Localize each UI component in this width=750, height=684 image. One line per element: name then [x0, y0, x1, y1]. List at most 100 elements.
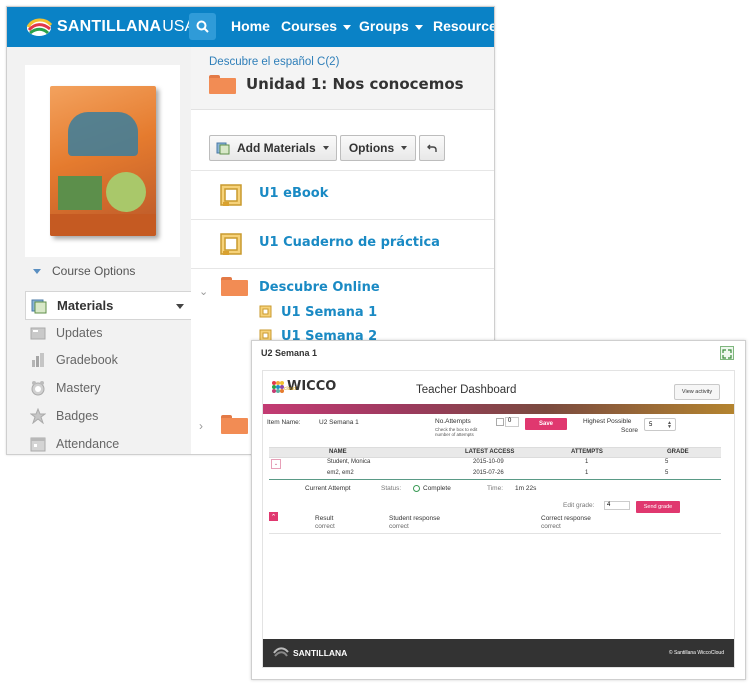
wicco-logo: WICCO [271, 379, 336, 394]
collapse-button[interactable]: ⌃ [269, 512, 278, 521]
result-header: Result [315, 515, 334, 522]
footer-brand: SANTILLANA [293, 648, 348, 658]
sidebar-item-materials[interactable]: Materials [25, 291, 192, 320]
latest-access: 2015-10-09 [473, 459, 504, 465]
no-attempts-hint: number of attempts [435, 432, 474, 437]
result-header: Correct response [541, 515, 591, 522]
item-name-value: U2 Semana 1 [319, 419, 359, 426]
send-grade-button[interactable]: Send grade [636, 501, 680, 513]
attempts-input[interactable]: 0 [505, 417, 519, 427]
nav-resources[interactable]: Resources [433, 18, 494, 34]
breadcrumb[interactable]: Descubre el español C(2) [209, 56, 339, 68]
status-label: Status: [381, 485, 402, 492]
sidebar-item-gradebook[interactable]: Gradebook [25, 347, 191, 373]
nav-courses[interactable]: Courses [281, 18, 352, 34]
highest-score-select[interactable]: 5 ▲ ▼ [644, 418, 676, 431]
sidebar-item-label: Badges [56, 409, 99, 423]
chevron-down-icon [322, 146, 329, 150]
folder-icon [209, 75, 236, 94]
sidebar-item-label: Mastery [56, 381, 101, 395]
attempts: 1 [585, 459, 589, 465]
backpack-illustration [67, 112, 138, 156]
ebook-package-icon [220, 184, 242, 206]
chevron-down-icon [401, 146, 408, 150]
edit-attempts-checkbox[interactable] [496, 418, 504, 426]
footer-copyright: © Santillana WiccoCloud [668, 650, 724, 656]
chevron-right-icon[interactable]: › [199, 419, 203, 433]
search-button[interactable] [189, 13, 216, 40]
back-button[interactable] [419, 135, 445, 161]
result-value: correct [315, 523, 335, 530]
sidebar-item-attendance[interactable]: Attendance [25, 431, 191, 454]
options-label: Options [348, 141, 395, 155]
add-materials-icon [216, 142, 230, 155]
time-value: 1m 22s [515, 485, 537, 492]
brand-name: SANTILLANA [57, 18, 162, 35]
no-attempts-label: No.Attempts [435, 418, 471, 425]
table-row[interactable]: Student, Monica 2015-10-09 1 5 [269, 458, 721, 468]
highest-score-label: Highest Possible [583, 418, 632, 425]
nav-groups[interactable]: Groups [359, 18, 423, 34]
student-name: Student, Monica [327, 459, 371, 465]
folder-link[interactable]: Descubre Online [259, 280, 380, 295]
sidebar-item-label: Updates [56, 326, 103, 340]
sidebar-item-badges[interactable]: Badges [25, 403, 191, 429]
santillana-logo[interactable]: SANTILLANA USA [25, 13, 195, 41]
materials-icon [31, 299, 47, 313]
fullscreen-icon[interactable] [720, 346, 734, 360]
sub-material-link[interactable]: U1 Semana 1 [281, 305, 377, 320]
chevron-down-icon [343, 24, 352, 30]
gradient-banner [263, 404, 734, 414]
assignment-package-icon [259, 305, 272, 318]
undo-arrow-icon [427, 144, 437, 152]
student-name: em2, em2 [327, 470, 354, 476]
santillana-swirl-icon [273, 647, 289, 657]
divider [269, 533, 721, 534]
attempts: 1 [585, 470, 589, 476]
sidebar-item-updates[interactable]: Updates [25, 320, 191, 346]
dashboard-footer: SANTILLANA © Santillana WiccoCloud [263, 639, 734, 667]
save-button[interactable]: Save [525, 418, 567, 430]
view-activity-button[interactable]: View activity [674, 384, 720, 400]
nav-home[interactable]: Home [231, 18, 270, 34]
column-header: GRADE [667, 449, 689, 455]
expand-arrows-icon [722, 349, 732, 359]
status-value: Complete [413, 485, 451, 492]
edit-grade-label: Edit grade: [563, 502, 595, 509]
cover-photo [57, 176, 102, 210]
highest-score-value: 5 [649, 421, 653, 428]
dashboard-window: U2 Semana 1 WICCO cloud Teacher Dashboar… [251, 340, 746, 680]
status-text: Complete [423, 485, 451, 493]
material-link[interactable]: U1 Cuaderno de práctica [259, 235, 440, 250]
attendance-icon [30, 437, 46, 452]
current-attempt-label: Current Attempt [305, 485, 351, 492]
highest-score-label: Score [621, 427, 638, 434]
result-value: correct [389, 523, 409, 530]
material-row[interactable]: U1 Cuaderno de práctica [191, 220, 494, 269]
material-row[interactable]: U1 eBook [191, 171, 494, 220]
mastery-icon [31, 381, 45, 396]
options-button[interactable]: Options [340, 135, 416, 161]
sidebar-item-label: Gradebook [56, 353, 118, 367]
chevron-down-icon[interactable]: ⌄ [199, 285, 208, 298]
nav-courses-label: Courses [281, 18, 338, 34]
santillana-swirl-icon [26, 18, 53, 36]
folder-icon [221, 277, 248, 296]
course-options-toggle[interactable]: Course Options [33, 264, 135, 278]
nav-groups-label: Groups [359, 18, 409, 34]
gradebook-icon [32, 353, 44, 367]
select-arrows-icon: ▲ ▼ [667, 420, 672, 430]
sidebar-item-mastery[interactable]: Mastery [25, 375, 191, 401]
nav-home-label: Home [231, 18, 270, 34]
add-materials-button[interactable]: Add Materials [209, 135, 337, 161]
wicco-dots-icon [272, 380, 284, 393]
divider [269, 479, 721, 480]
cover-band [49, 214, 156, 236]
search-icon [196, 20, 209, 33]
material-link[interactable]: U1 eBook [259, 186, 328, 201]
edit-grade-input[interactable]: 4 [604, 501, 630, 510]
ebook-package-icon [220, 233, 242, 255]
table-row[interactable]: em2, em2 2015-07-26 1 5 [269, 469, 721, 479]
course-sidebar: Course Options Materials Updates Gradebo… [7, 47, 192, 454]
grade: 5 [665, 459, 669, 465]
